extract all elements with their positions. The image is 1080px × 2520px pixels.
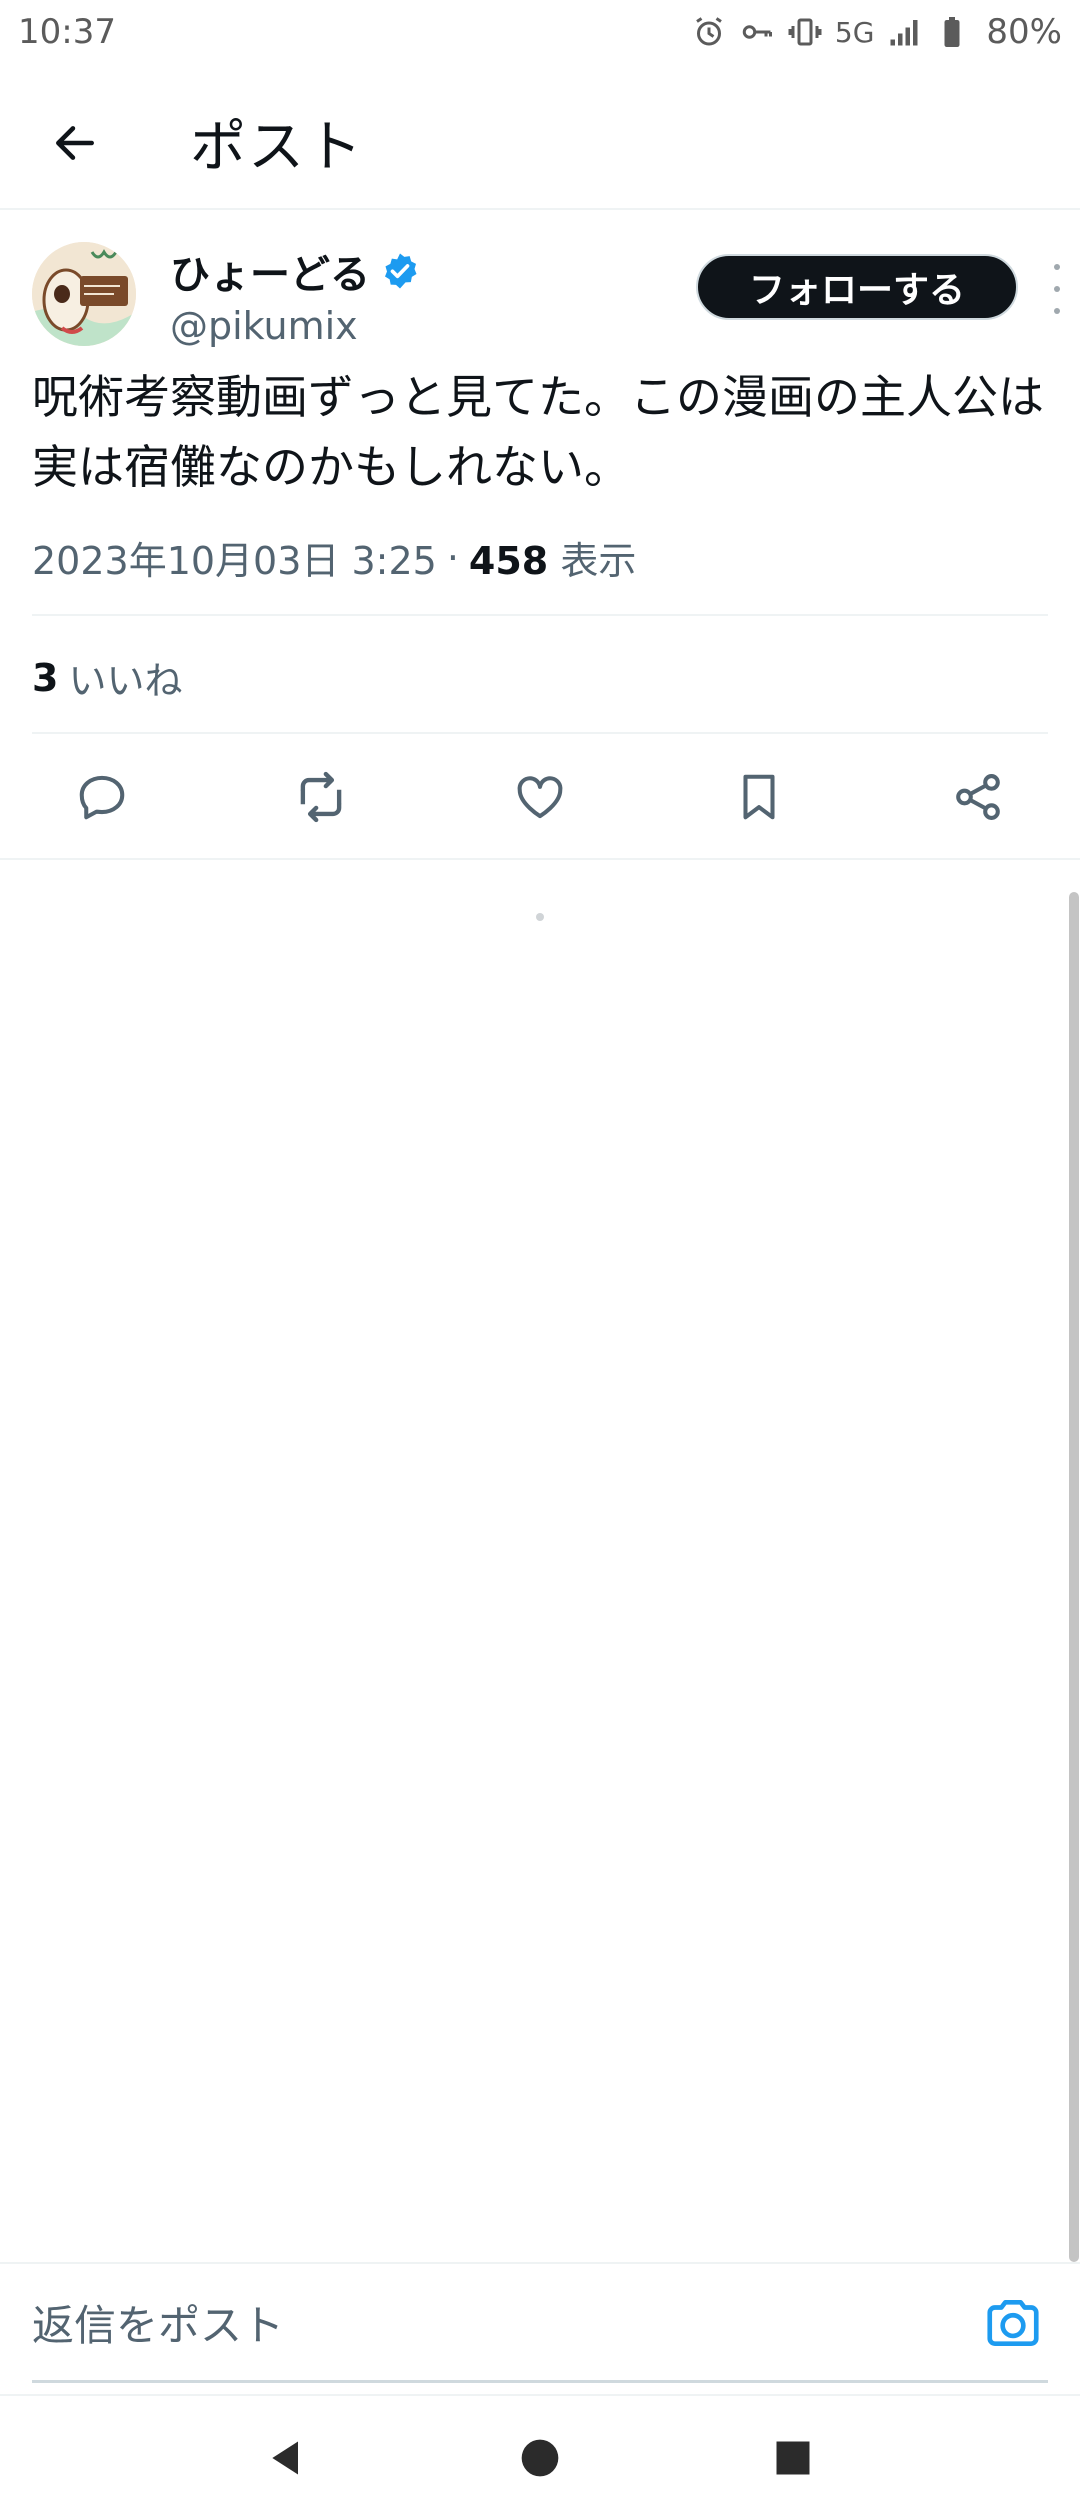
battery-icon	[944, 17, 960, 47]
network-type: 5G	[834, 15, 875, 49]
nav-recents-button[interactable]	[763, 2428, 823, 2488]
avatar-image	[32, 242, 136, 346]
retweet-icon	[300, 771, 342, 823]
post-actions	[32, 752, 1048, 842]
likes-label: いいね	[68, 659, 183, 703]
likes-count: 3	[32, 655, 59, 700]
arrow-left-icon	[56, 126, 94, 160]
like-button[interactable]	[510, 767, 570, 827]
battery-level: 80%	[986, 12, 1062, 52]
author-names[interactable]: ひょーどる @pikumix	[170, 242, 420, 348]
square-recents-icon	[776, 2441, 810, 2475]
app-header: ポスト	[0, 64, 1080, 210]
repost-button[interactable]	[291, 767, 351, 827]
meta-separator: ·	[446, 535, 459, 580]
post-author-row: ひょーどる @pikumix フォローする	[32, 242, 1060, 350]
nav-back-button[interactable]	[257, 2428, 317, 2488]
actions-divider	[0, 858, 1080, 860]
camera-icon	[987, 2300, 1039, 2346]
reply-underline	[32, 2380, 1048, 2383]
avatar[interactable]	[32, 242, 136, 346]
bookmark-icon	[743, 774, 775, 820]
divider	[32, 732, 1048, 734]
more-dot	[1054, 308, 1060, 314]
vpn-key-icon	[742, 25, 772, 39]
triangle-back-icon	[271, 2441, 298, 2475]
vibrate-icon	[788, 18, 822, 46]
more-options-button[interactable]	[1042, 264, 1072, 314]
page-title: ポスト	[190, 115, 364, 180]
camera-button[interactable]	[982, 2292, 1052, 2362]
verified-badge-icon	[385, 253, 417, 289]
post-meta: 2023年10月03日 3:25 · 458 表示	[32, 530, 1048, 585]
author-display-name[interactable]: ひょーどる	[170, 242, 370, 300]
post-text: 呪術考察動画ずっと見てた。この漫画の主人公は実は宿儺なのかもしれない。	[32, 370, 1044, 494]
more-dot	[1054, 264, 1060, 270]
scrollbar[interactable]	[1069, 892, 1079, 2262]
reply-icon	[79, 775, 125, 820]
share-icon	[956, 774, 1000, 820]
status-bar: 10:37 5G 80%	[0, 0, 1080, 64]
circle-home-icon	[521, 2439, 559, 2477]
reply-button[interactable]	[72, 767, 132, 827]
reply-input[interactable]: 返信をポスト	[32, 2282, 952, 2362]
status-time: 10:37	[18, 12, 116, 52]
author-handle[interactable]: @pikumix	[170, 304, 420, 348]
alarm-icon	[696, 17, 722, 46]
views-count: 458	[468, 539, 549, 583]
status-icons: 5G 80%	[691, 12, 1062, 52]
follow-button[interactable]: フォローする	[696, 254, 1018, 320]
system-nav-bar	[0, 2394, 1080, 2520]
like-icon	[517, 776, 563, 819]
loading-indicator	[536, 913, 544, 921]
divider	[32, 614, 1048, 616]
nav-home-button[interactable]	[510, 2428, 570, 2488]
signal-icon	[890, 20, 918, 46]
share-button[interactable]	[948, 767, 1008, 827]
views-group[interactable]: 458 表示	[469, 530, 636, 585]
post-timestamp[interactable]: 2023年10月03日 3:25	[32, 530, 437, 585]
views-label: 表示	[560, 539, 637, 583]
likes-summary[interactable]: 3 いいね	[32, 650, 182, 705]
back-button[interactable]	[40, 108, 110, 178]
more-dot	[1054, 286, 1060, 292]
reply-bar: 返信をポスト	[0, 2262, 1080, 2392]
bookmark-button[interactable]	[729, 767, 789, 827]
